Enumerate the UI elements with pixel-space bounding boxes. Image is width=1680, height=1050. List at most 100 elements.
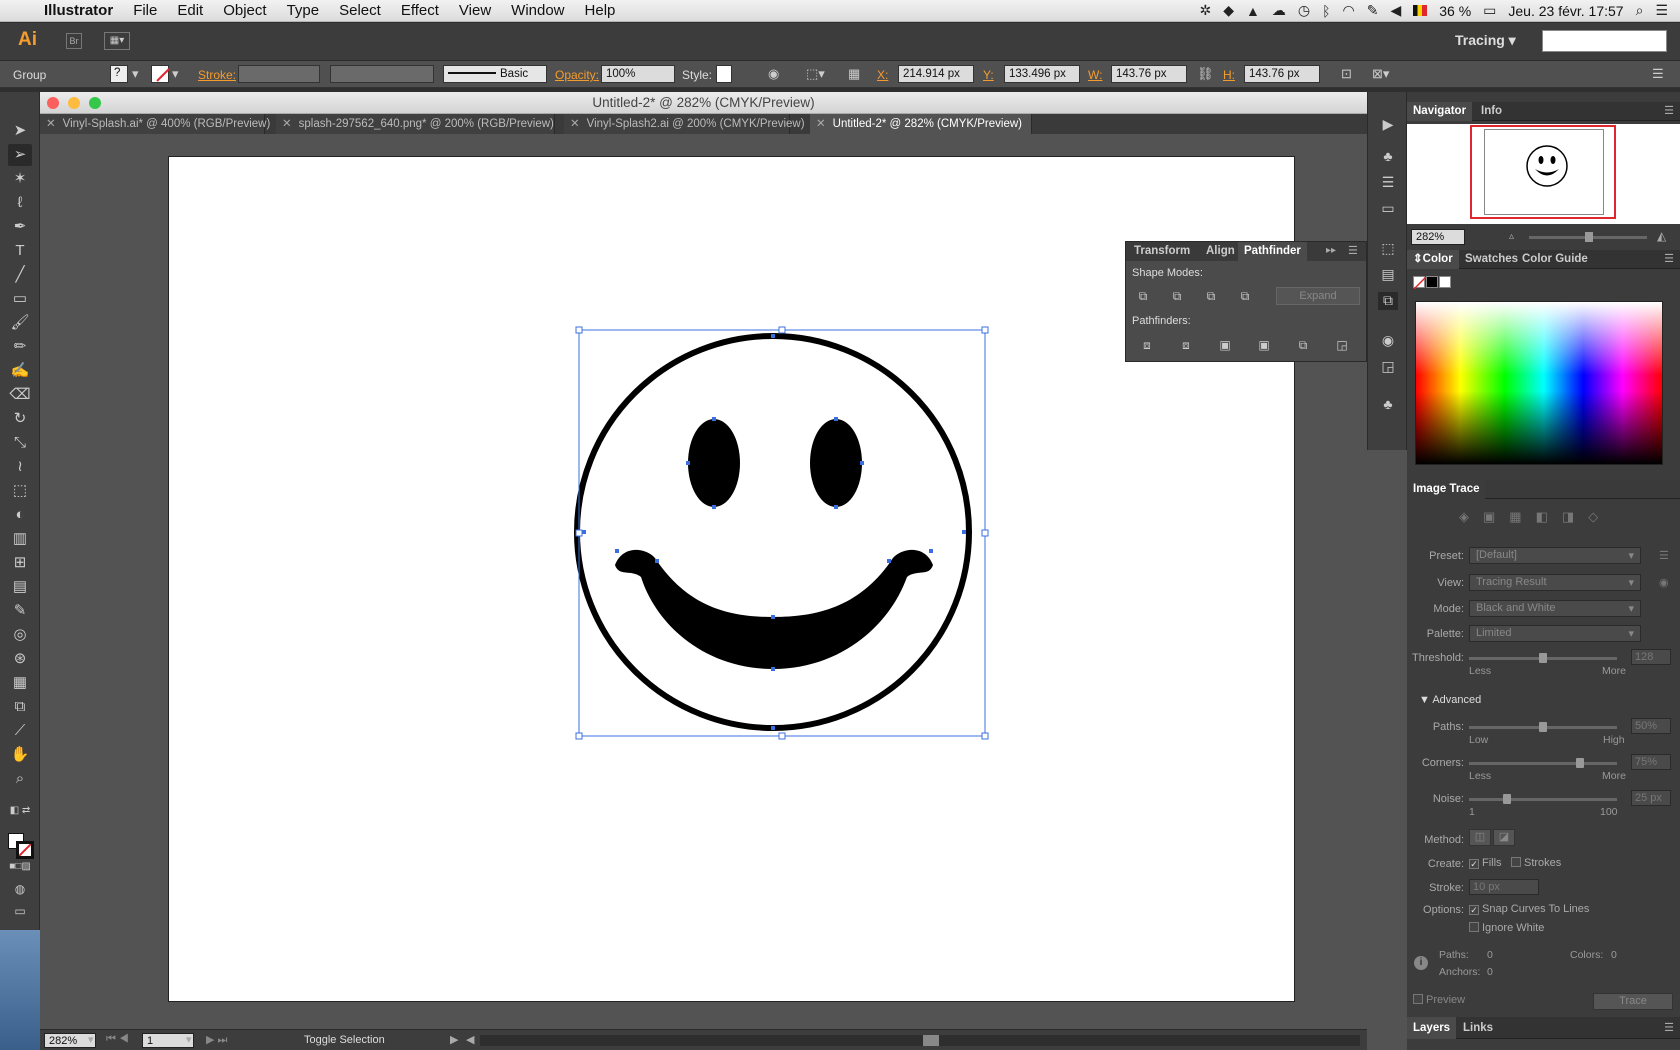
minus-back-icon[interactable]: ◲ bbox=[1333, 337, 1351, 353]
close-icon[interactable]: ✕ bbox=[570, 118, 580, 130]
close-window-button[interactable] bbox=[47, 97, 59, 109]
x-field[interactable]: 214.914 px bbox=[898, 65, 974, 83]
auto-color-icon[interactable]: ◈ bbox=[1459, 509, 1483, 524]
type-tool-icon[interactable]: T bbox=[8, 240, 32, 262]
time-machine-icon[interactable]: ◷ bbox=[1298, 2, 1310, 19]
image-trace-title[interactable]: Image Trace bbox=[1407, 480, 1486, 499]
black-white-icon[interactable]: ◨ bbox=[1562, 509, 1588, 524]
menu-app-name[interactable]: Illustrator bbox=[34, 2, 123, 19]
pathfinder-panel-icon[interactable]: ⧉ bbox=[1378, 292, 1398, 310]
panel-menu-icon[interactable]: ☰ bbox=[1664, 1021, 1674, 1034]
last-artboard-icon[interactable]: ▶ ⏭ bbox=[206, 1033, 227, 1047]
high-color-icon[interactable]: ▣ bbox=[1483, 509, 1509, 524]
strokes-checkbox[interactable]: Strokes bbox=[1511, 857, 1561, 869]
first-artboard-icon[interactable]: ⏮ ◀ bbox=[106, 1033, 129, 1046]
stroke-value[interactable]: 10 px bbox=[1469, 879, 1539, 895]
tab-navigator[interactable]: Navigator bbox=[1407, 102, 1473, 121]
arrange-documents-button[interactable]: ▦▾ bbox=[104, 32, 130, 50]
abutting-method-icon[interactable]: ◫ bbox=[1469, 829, 1491, 846]
navigator-preview[interactable] bbox=[1407, 124, 1680, 224]
scrollbar-thumb[interactable] bbox=[923, 1035, 939, 1046]
close-icon[interactable]: ✕ bbox=[282, 118, 292, 130]
h-label[interactable]: H: bbox=[1223, 68, 1235, 82]
symbols-panel-icon[interactable]: ♣ bbox=[1378, 396, 1398, 414]
anchor-point[interactable] bbox=[834, 417, 838, 421]
dropbox-icon[interactable]: ◆ bbox=[1223, 2, 1234, 19]
stroke-label[interactable]: Stroke: bbox=[198, 68, 236, 82]
hand-tool-icon[interactable]: ✋ bbox=[8, 744, 32, 766]
stroke-swatch[interactable] bbox=[151, 65, 170, 83]
tab-vinyl-splash[interactable]: ✕ Vinyl-Splash.ai* @ 400% (RGB/Preview) bbox=[40, 114, 270, 134]
overlapping-method-icon[interactable]: ◪ bbox=[1493, 829, 1515, 846]
bluetooth-icon[interactable]: ᛒ bbox=[1322, 3, 1330, 19]
scroll-left-icon[interactable]: ◀ bbox=[466, 1033, 474, 1046]
tab-transform[interactable]: Transform bbox=[1128, 242, 1196, 261]
free-transform-tool-icon[interactable]: ⬚ bbox=[8, 480, 32, 502]
recolor-artwork-icon[interactable]: ◉ bbox=[768, 66, 779, 82]
zoom-tool-icon[interactable]: ⌕ bbox=[8, 768, 32, 790]
cloud-icon[interactable]: ☁ bbox=[1272, 2, 1286, 19]
pencil-tool-icon[interactable]: ✏ bbox=[8, 336, 32, 358]
view-select[interactable]: Tracing Result ▾ bbox=[1469, 574, 1641, 591]
gradient-panel-icon[interactable]: ▭ bbox=[1378, 200, 1398, 218]
selection-tool-icon[interactable]: ➤ bbox=[8, 120, 32, 142]
color-mode-icon[interactable]: ■□▨ bbox=[8, 856, 32, 878]
y-label[interactable]: Y: bbox=[983, 68, 994, 82]
outline-trace-icon[interactable]: ◇ bbox=[1588, 509, 1612, 524]
tab-align[interactable]: Align bbox=[1200, 242, 1241, 261]
pen-icon[interactable]: ✎ bbox=[1367, 2, 1379, 19]
workspace-switcher[interactable]: Tracing ▾ bbox=[1455, 32, 1516, 49]
threshold-slider-knob[interactable] bbox=[1539, 653, 1547, 663]
shape-builder-tool-icon[interactable]: ◐ bbox=[8, 504, 32, 526]
stroke-weight-field[interactable] bbox=[238, 65, 320, 83]
graphic-styles-icon[interactable]: ◲ bbox=[1378, 358, 1398, 376]
draw-mode-icon[interactable]: ◍ bbox=[8, 878, 32, 900]
zoom-slider-knob[interactable] bbox=[1585, 232, 1593, 242]
noise-slider[interactable] bbox=[1469, 794, 1617, 804]
anchor-point[interactable] bbox=[771, 334, 775, 338]
threshold-value[interactable]: 128 bbox=[1631, 649, 1671, 665]
rotate-tool-icon[interactable]: ↻ bbox=[8, 408, 32, 430]
mode-select[interactable]: Black and White ▾ bbox=[1469, 600, 1641, 617]
anchor-point[interactable] bbox=[834, 505, 838, 509]
notification-center-icon[interactable]: ☰ bbox=[1655, 2, 1668, 19]
anchor-point[interactable] bbox=[887, 559, 891, 563]
horizontal-scrollbar[interactable] bbox=[480, 1035, 1360, 1046]
panel-menu-icon[interactable]: ☰ bbox=[1348, 244, 1358, 257]
black-swatch[interactable] bbox=[1426, 276, 1438, 288]
x-label[interactable]: X: bbox=[877, 68, 888, 82]
close-icon[interactable]: ✕ bbox=[816, 118, 826, 130]
zoom-window-button[interactable] bbox=[89, 97, 101, 109]
anchor-point[interactable] bbox=[686, 461, 690, 465]
isolate-icon[interactable]: ⊠▾ bbox=[1372, 66, 1389, 82]
minimize-window-button[interactable] bbox=[68, 97, 80, 109]
blend-tool-icon[interactable]: ◎ bbox=[8, 624, 32, 646]
preset-select[interactable]: [Default] ▾ bbox=[1469, 547, 1641, 564]
direct-selection-tool-icon[interactable]: ➢ bbox=[8, 144, 32, 166]
eyedropper-tool-icon[interactable]: ✎ bbox=[8, 600, 32, 622]
color-spectrum[interactable] bbox=[1415, 301, 1663, 465]
handle-middle-right[interactable] bbox=[981, 529, 989, 537]
extras-icon[interactable]: ✲ bbox=[1200, 2, 1212, 19]
status-menu-arrow-icon[interactable]: ▶ bbox=[450, 1033, 458, 1046]
tab-info[interactable]: Info bbox=[1475, 102, 1508, 121]
menu-file[interactable]: File bbox=[123, 2, 167, 19]
chevron-down-icon[interactable]: ▾ bbox=[132, 66, 139, 82]
mesh-tool-icon[interactable]: ⊞ bbox=[8, 552, 32, 574]
actions-icon[interactable]: ▶ bbox=[1378, 116, 1398, 134]
tab-swatches[interactable]: Swatches bbox=[1459, 250, 1524, 269]
anchor-point[interactable] bbox=[582, 530, 586, 534]
merge-icon[interactable]: ▣ bbox=[1216, 337, 1234, 353]
unite-icon[interactable]: ⧉ bbox=[1134, 288, 1152, 304]
threshold-slider[interactable] bbox=[1469, 653, 1617, 663]
zoom-in-icon[interactable]: ◭ bbox=[1657, 229, 1666, 243]
anchor-point[interactable] bbox=[615, 549, 619, 553]
noise-slider-knob[interactable] bbox=[1503, 794, 1511, 804]
paths-value[interactable]: 50% bbox=[1631, 718, 1671, 734]
gradient-tool-icon[interactable]: ▤ bbox=[8, 576, 32, 598]
drive-icon[interactable]: ▲ bbox=[1246, 3, 1260, 19]
default-colors-icon[interactable]: ◧ ⇄ bbox=[8, 800, 32, 822]
anchor-point[interactable] bbox=[929, 549, 933, 553]
menu-type[interactable]: Type bbox=[277, 2, 330, 19]
chevron-down-icon[interactable]: ▾ bbox=[186, 1033, 192, 1046]
